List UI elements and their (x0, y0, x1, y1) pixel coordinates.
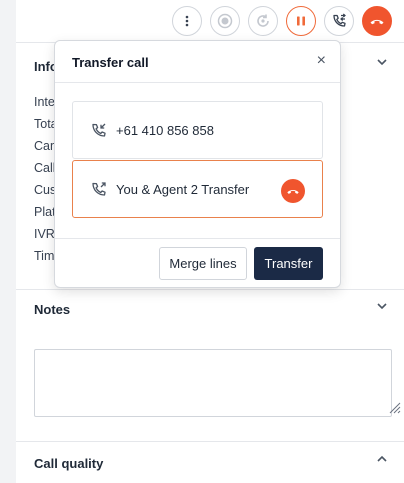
line-hangup-button[interactable] (281, 179, 305, 203)
chevron-down-icon (377, 303, 387, 310)
merge-lines-button[interactable]: Merge lines (159, 247, 247, 280)
hangup-button[interactable] (362, 6, 392, 36)
call-incoming-icon (92, 123, 106, 137)
call-line-label: +61 410 856 858 (116, 123, 214, 138)
hold-button[interactable] (286, 6, 316, 36)
chevron-up-icon (377, 455, 387, 462)
refresh-call-icon (257, 14, 269, 27)
transfer-confirm-button[interactable]: Transfer (254, 247, 323, 280)
call-line-item[interactable]: +61 410 856 858 (72, 101, 323, 159)
call-outgoing-icon (92, 182, 106, 196)
record-button[interactable] (210, 6, 240, 36)
notes-textarea[interactable] (34, 349, 392, 417)
call-toolbar (172, 6, 392, 36)
notes-collapse-toggle[interactable] (376, 300, 388, 315)
close-icon[interactable]: × (317, 52, 326, 70)
transfer-icon (333, 13, 346, 27)
call-quality-collapse-toggle[interactable] (376, 453, 388, 468)
popover-footer-divider (55, 238, 340, 239)
pause-icon (297, 16, 305, 26)
transfer-call-popover: Transfer call × +61 410 856 858 You & Ag… (54, 40, 341, 288)
popover-title: Transfer call (72, 55, 149, 70)
hangup-icon (370, 19, 384, 25)
transfer-button[interactable] (324, 6, 354, 36)
call-line-item-active[interactable]: You & Agent 2 Transfer (72, 160, 323, 218)
callback-button[interactable] (248, 6, 278, 36)
info-collapse-toggle[interactable] (376, 56, 388, 71)
resize-grip-icon[interactable] (387, 400, 401, 414)
call-line-label: You & Agent 2 Transfer (116, 182, 250, 197)
popover-header: Transfer call × (55, 41, 340, 83)
more-options-button[interactable] (172, 6, 202, 36)
notes-section-title: Notes (34, 302, 71, 317)
call-quality-section-title: Call quality (34, 456, 104, 471)
section-divider (16, 441, 404, 442)
section-divider (16, 289, 404, 290)
more-vertical-icon (185, 15, 189, 27)
chevron-down-icon (377, 59, 387, 66)
hangup-icon (287, 190, 299, 194)
record-icon (217, 13, 233, 29)
